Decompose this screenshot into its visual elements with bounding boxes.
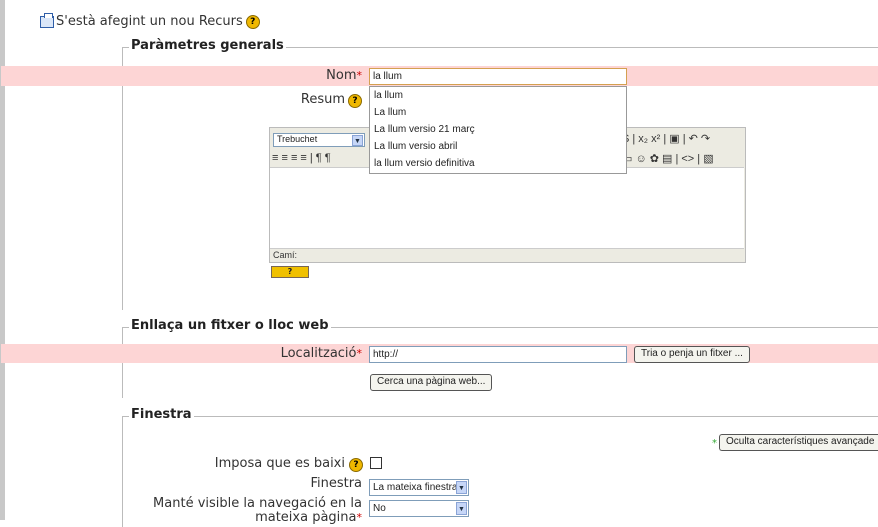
- window-label: Finestra: [310, 476, 362, 491]
- location-label: Localització*: [200, 346, 362, 361]
- advanced-marker: *: [712, 438, 717, 449]
- page-title: S'està afegint un nou Recurs ?: [40, 12, 260, 29]
- autocomplete-item[interactable]: La llum versio 21 març: [370, 121, 626, 138]
- autocomplete-list: la llum La llum La llum versio 21 març L…: [369, 86, 627, 174]
- chevron-down-icon: ▼: [456, 502, 467, 515]
- search-web-button[interactable]: Cerca una pàgina web...: [370, 374, 493, 391]
- autocomplete-item[interactable]: la llum: [370, 87, 626, 104]
- general-legend: Paràmetres generals: [129, 38, 286, 53]
- window-select-value: La mateixa finestra: [373, 482, 458, 493]
- font-select[interactable]: Trebuchet ▼: [273, 133, 365, 147]
- help-icon[interactable]: ?: [245, 14, 260, 29]
- name-label: Nom*: [240, 68, 362, 83]
- nav-label-line1: Manté visible la navegació en la: [153, 496, 362, 511]
- align-buttons[interactable]: ≡ ≡ ≡ ≡ | ¶ ¶: [272, 152, 331, 164]
- link-legend: Enllaça un fitxer o lloc web: [129, 318, 331, 333]
- insert-buttons[interactable]: ▭ ☺ ✿ ▤ | <> | ▧: [622, 152, 714, 165]
- window-select[interactable]: La mateixa finestra ▼: [369, 479, 469, 496]
- name-label-text: Nom: [326, 68, 357, 83]
- summary-help-icon[interactable]: ?: [348, 94, 362, 108]
- nav-label-line2: mateixa pàgina: [255, 510, 357, 525]
- editor-path: Camí:: [273, 250, 298, 260]
- force-download-label: Imposa que es baixi: [214, 456, 345, 471]
- window-legend: Finestra: [129, 407, 194, 422]
- page-title-text: S'està afegint un nou Recurs: [56, 14, 243, 29]
- format-buttons-top[interactable]: S | x₂ x² | ▣ | ↶ ↷: [622, 132, 710, 145]
- nav-select[interactable]: No ▼: [369, 500, 469, 517]
- summary-label: Resum: [300, 92, 345, 107]
- hide-advanced-button[interactable]: Oculta característiques avançade: [719, 434, 878, 451]
- editor-text-area[interactable]: [270, 167, 744, 249]
- name-input[interactable]: la llum: [369, 68, 627, 85]
- required-mark: *: [356, 69, 363, 82]
- font-select-value: Trebuchet: [277, 134, 318, 144]
- choose-file-button[interactable]: Tria o penja un fitxer ...: [634, 346, 750, 363]
- required-mark: *: [356, 347, 363, 360]
- resource-icon: [40, 12, 54, 28]
- autocomplete-item[interactable]: La llum versio abril: [370, 138, 626, 155]
- nav-label: Manté visible la navegació en la mateixa…: [100, 497, 362, 525]
- chevron-down-icon: ▼: [456, 481, 467, 494]
- location-label-text: Localització: [280, 346, 357, 361]
- required-mark: *: [356, 511, 363, 524]
- autocomplete-item[interactable]: La llum: [370, 104, 626, 121]
- location-input[interactable]: http://: [369, 346, 627, 363]
- autocomplete-item[interactable]: la llum versio definitiva: [370, 155, 626, 172]
- force-download-help-icon[interactable]: ?: [349, 458, 363, 472]
- nav-select-value: No: [373, 503, 386, 514]
- editor-help-icon[interactable]: ?: [271, 266, 309, 278]
- chevron-down-icon: ▼: [352, 135, 363, 146]
- force-download-checkbox[interactable]: [370, 457, 382, 469]
